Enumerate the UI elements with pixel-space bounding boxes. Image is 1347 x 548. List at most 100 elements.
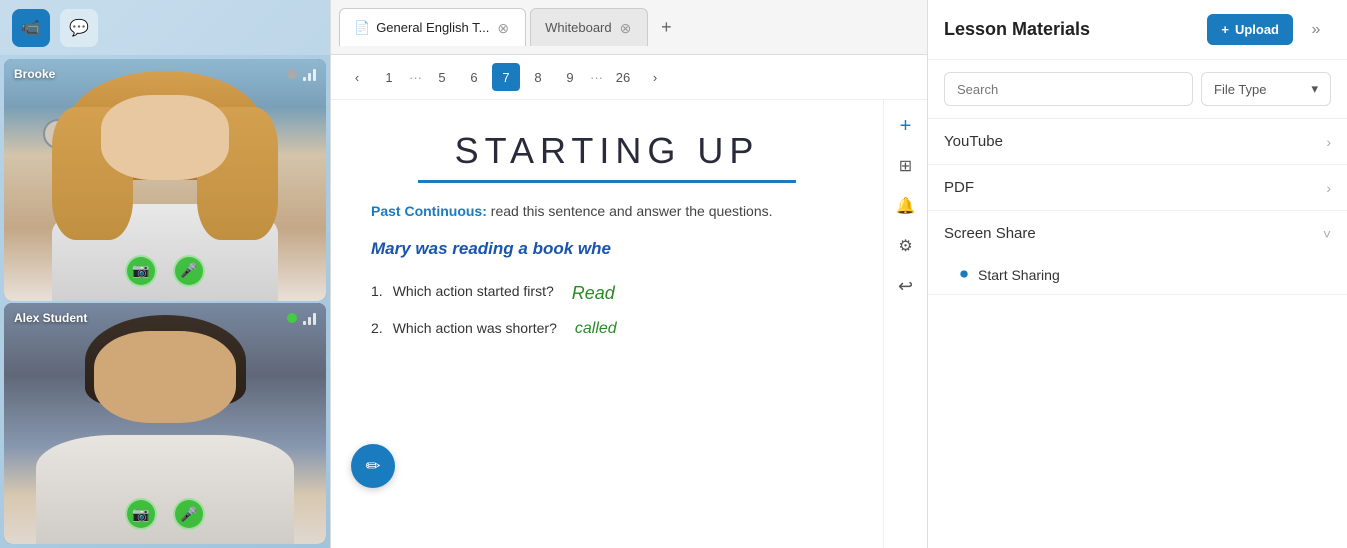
page-5-button[interactable]: 5 [428,63,456,91]
page-9-button[interactable]: 9 [556,63,584,91]
top-bar: 📹 💬 [0,0,330,55]
start-sharing-icon: ⏺ [960,266,968,284]
alex-controls [287,311,316,325]
start-sharing-label: Start Sharing [978,267,1060,283]
search-bar: File Type ▾ [928,60,1347,119]
left-panel: 📹 💬 Brooke [0,0,330,548]
material-item-pdf[interactable]: PDF › [928,165,1347,211]
page-8-button[interactable]: 8 [524,63,552,91]
brooke-mic-btn[interactable]: 🎤 [173,255,205,287]
q2-answer: called [575,320,617,338]
material-list: YouTube › PDF › Screen Share ˅ ⏺ Start S… [928,119,1347,548]
tab-general-english-label: General English T... [376,20,489,35]
alex-mute-controls: 📷 🎤 [125,498,205,530]
video-container: Brooke 📷 🎤 [0,55,330,548]
video-tile-brooke: Brooke 📷 🎤 [4,59,326,301]
layers-icon: ⊞ [899,156,912,176]
search-input[interactable] [944,72,1193,106]
history-tool-button[interactable]: ↩ [888,268,924,304]
lesson-materials-title: Lesson Materials [944,19,1090,40]
pencil-button[interactable]: ✏ [351,444,395,488]
chat-button[interactable]: 💬 [60,9,98,47]
page-next-button[interactable]: › [641,63,669,91]
brooke-mute-controls: 📷 🎤 [125,255,205,287]
instruction-highlight: Past Continuous: [371,203,487,219]
brooke-mic-indicator [287,69,297,79]
tab-close-general[interactable]: ⊗ [495,21,511,35]
page-26-button[interactable]: 26 [609,63,637,91]
brooke-controls [287,67,316,81]
page-dots-2: ··· [588,70,605,85]
alex-mic-indicator [287,313,297,323]
brooke-label: Brooke [14,67,55,81]
page-6-button[interactable]: 6 [460,63,488,91]
page-1-button[interactable]: 1 [375,63,403,91]
signal-bar-1 [303,77,306,81]
page-7-button[interactable]: 7 [492,63,520,91]
material-item-screen-share[interactable]: Screen Share ˅ [928,211,1347,256]
alex-mic-btn[interactable]: 🎤 [173,498,205,530]
doc-instruction: Past Continuous: read this sentence and … [371,203,843,219]
pagination-bar: ‹ 1 ··· 5 6 7 8 9 ··· 26 › [331,55,927,100]
video-button[interactable]: 📹 [12,9,50,47]
tab-whiteboard-label: Whiteboard [545,20,611,35]
doc-questions: 1. Which action started first? Read 2. W… [371,283,843,338]
doc-title: STARTING UP [371,130,843,172]
upload-label: Upload [1235,22,1279,37]
file-type-dropdown[interactable]: File Type ▾ [1201,72,1331,106]
mic-icon: 🎤 [180,262,197,279]
youtube-label: YouTube [944,133,1003,150]
tab-general-english[interactable]: 📄 General English T... ⊗ [339,8,526,46]
start-sharing-item[interactable]: ⏺ Start Sharing [928,256,1347,295]
q1-answer: Read [572,283,615,304]
alex-cam-btn[interactable]: 📷 [125,498,157,530]
upload-plus-icon: + [1221,22,1229,37]
brooke-cam-btn[interactable]: 📷 [125,255,157,287]
pdf-label: PDF [944,179,974,196]
gear-icon: ⚙ [898,236,912,256]
page-prev-button[interactable]: ‹ [343,63,371,91]
plus-icon: + [900,115,912,138]
cam-icon: 📷 [132,262,149,279]
cam-icon: 📷 [132,506,149,523]
q2-number: 2. [371,320,383,336]
bell-icon: 🔔 [896,196,916,216]
main-area: 📄 General English T... ⊗ Whiteboard ⊗ + … [330,0,927,548]
collapse-button[interactable]: » [1301,15,1331,45]
mic-icon-green: 🎤 [180,506,197,523]
bell-tool-button[interactable]: 🔔 [888,188,924,224]
chevron-down-icon: ▾ [1311,81,1318,97]
gear-tool-button[interactable]: ⚙ [888,228,924,264]
material-item-youtube[interactable]: YouTube › [928,119,1347,165]
file-type-label: File Type [1214,82,1267,97]
signal-bar-2 [308,317,311,325]
instruction-text: read this sentence and answer the questi… [491,203,773,219]
upload-button[interactable]: + Upload [1207,14,1293,45]
q1-text: Which action started first? [393,283,554,299]
signal-bar-3 [313,69,316,81]
q1-number: 1. [371,283,383,299]
alex-label: Alex Student [14,311,87,325]
chevron-right-icon: » [1312,21,1321,39]
signal-bar-1 [303,321,306,325]
pdf-chevron-icon: › [1326,180,1331,196]
screen-share-label: Screen Share [944,225,1036,242]
tab-close-whiteboard[interactable]: ⊗ [618,21,634,35]
page-dots-1: ··· [407,70,424,85]
tab-whiteboard[interactable]: Whiteboard ⊗ [530,8,648,46]
doc-area: STARTING UP Past Continuous: read this s… [331,100,927,548]
video-tile-alex: Alex Student 📷 🎤 [4,303,326,545]
question-1: 1. Which action started first? Read [371,283,843,304]
doc-content: STARTING UP Past Continuous: read this s… [331,100,883,548]
add-tool-button[interactable]: + [888,108,924,144]
layers-tool-button[interactable]: ⊞ [888,148,924,184]
signal-bar-2 [308,73,311,81]
history-icon: ↩ [898,276,913,297]
tab-add-button[interactable]: + [652,13,680,41]
doc-sentence: Mary was reading a book whe [371,239,843,259]
doc-toolbar: + ⊞ 🔔 ⚙ ↩ [883,100,927,548]
right-panel-header: Lesson Materials + Upload » [928,0,1347,60]
screen-share-chevron-icon: ˅ [1323,226,1331,242]
doc-title-underline [418,180,796,183]
pencil-icon: ✏ [365,456,380,477]
